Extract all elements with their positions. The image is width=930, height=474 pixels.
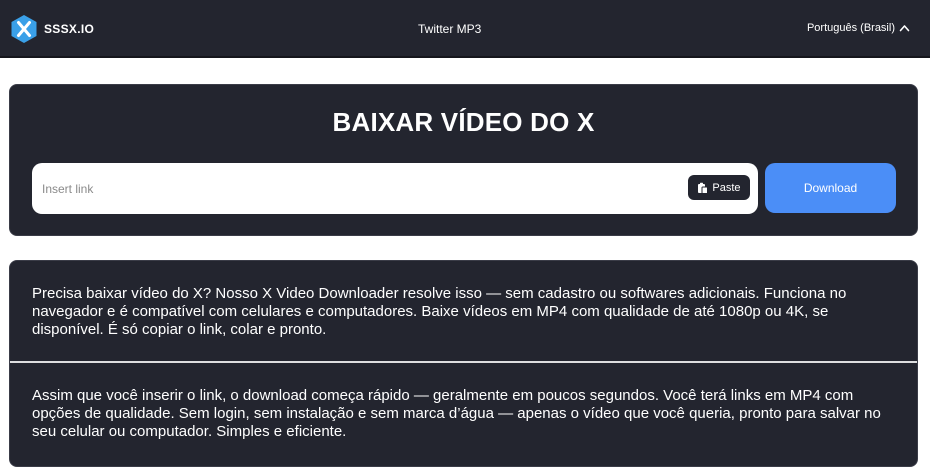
brand-logo-link[interactable]: SSSX.IO — [10, 14, 94, 44]
top-navbar: SSSX.IO Twitter MP3 Português (Brasil) — [0, 0, 930, 58]
page-title: BAIXAR VÍDEO DO X — [332, 107, 595, 137]
language-selector[interactable]: Português (Brasil) — [807, 22, 910, 34]
x-hexagon-logo-icon — [11, 15, 37, 43]
section-divider — [10, 361, 917, 363]
brand-name: SSSX.IO — [44, 22, 95, 36]
link-input[interactable] — [42, 171, 672, 206]
info-paragraph-2: Assim que você inserir o link, o downloa… — [32, 387, 881, 440]
language-label: Português (Brasil) — [806, 22, 895, 34]
paste-button[interactable]: Paste — [688, 175, 750, 200]
chevron-up-icon — [899, 25, 910, 32]
info-paragraph-1: Precisa baixar vídeo do X? Nosso X Video… — [32, 285, 847, 338]
info-section: Precisa baixar vídeo do X? Nosso X Video… — [9, 260, 918, 467]
download-button[interactable]: Download — [765, 163, 896, 213]
nav-link-twitter-mp3[interactable]: Twitter MP3 — [418, 22, 481, 36]
download-card: BAIXAR VÍDEO DO X Paste Download — [9, 84, 918, 236]
link-input-wrapper: Paste — [32, 163, 758, 214]
paste-label: Paste — [712, 181, 741, 194]
clipboard-icon — [698, 182, 709, 194]
